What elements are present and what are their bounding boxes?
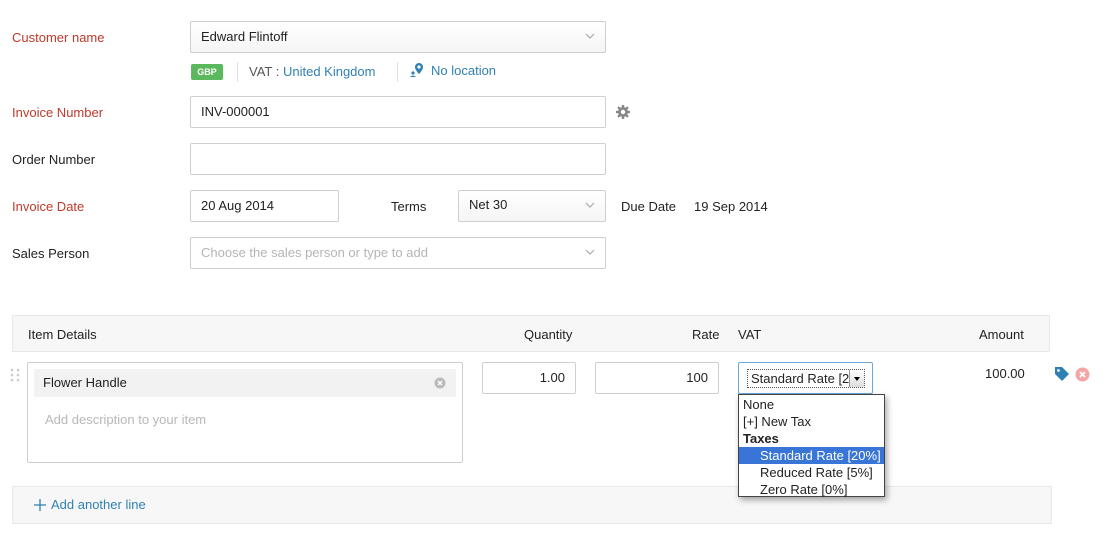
sales-person-placeholder: Choose the sales person or type to add [201,245,428,260]
invoice-number-label: Invoice Number [12,105,104,120]
item-details-box[interactable]: Flower Handle Add description to your it… [27,362,463,463]
header-item-details: Item Details [28,327,97,342]
divider [237,62,238,82]
due-date-label: Due Date [621,199,676,214]
chevron-down-icon [585,249,595,255]
sales-person-select[interactable]: Choose the sales person or type to add [190,237,606,269]
amount-value: 100.00 [985,366,1025,381]
chevron-down-icon [585,33,595,39]
terms-label: Terms [391,199,427,214]
add-another-line-button[interactable]: Add another line [34,497,146,512]
quantity-input[interactable]: 1.00 [482,362,576,394]
customer-name-value: Edward Flintoff [201,29,288,44]
invoice-number-input[interactable]: INV-000001 [190,96,606,128]
divider [397,62,398,82]
item-description-placeholder[interactable]: Add description to your item [45,412,206,427]
vat-prefix: VAT : [249,64,283,79]
vat-select[interactable]: Standard Rate [20%] [747,369,865,388]
items-table-header: Item Details Quantity Rate VAT Amount [12,315,1050,352]
add-line-bar: Add another line [12,486,1052,524]
vat-country-link[interactable]: United Kingdom [283,64,376,79]
order-number-input[interactable] [190,143,606,175]
order-number-label: Order Number [12,152,96,167]
customer-name-select[interactable]: Edward Flintoff [190,21,606,53]
remove-row-icon[interactable] [1075,367,1090,382]
vat-option-zero-rate[interactable]: Zero Rate [0%] [739,481,884,498]
header-rate: Rate [692,327,720,342]
clear-item-icon[interactable] [434,377,446,389]
plus-icon [34,498,46,511]
vat-dropdown-list[interactable]: None [+] New Tax Taxes Standard Rate [20… [738,394,885,497]
vat-option-none[interactable]: None [739,396,884,413]
location-link[interactable]: No location [409,62,496,78]
item-name-value: Flower Handle [43,375,127,390]
drag-handle-icon[interactable] [10,368,20,382]
item-name-field[interactable]: Flower Handle [34,369,456,397]
rate-input[interactable]: 100 [595,362,719,394]
chevron-down-icon [585,202,595,208]
vat-group-taxes: Taxes [743,431,779,446]
sales-person-label: Sales Person [12,246,90,261]
header-vat: VAT [738,327,762,342]
vat-option-new-tax[interactable]: [+] New Tax [739,413,884,430]
add-another-line-label: Add another line [51,497,146,512]
location-pin-icon [410,63,423,77]
currency-badge: GBP [191,64,223,80]
terms-select[interactable]: Net 30 [458,190,606,222]
vat-option-standard-rate[interactable]: Standard Rate [20%] [739,447,884,464]
header-quantity: Quantity [524,327,573,342]
header-amount: Amount [979,327,1024,342]
due-date-value: 19 Sep 2014 [694,199,768,214]
vat-info: VAT : United Kingdom [249,64,375,79]
dropdown-arrow-icon[interactable] [849,370,864,387]
terms-value: Net 30 [469,197,508,212]
vat-option-reduced-rate[interactable]: Reduced Rate [5%] [739,464,884,481]
customer-name-label: Customer name [12,30,105,45]
invoice-date-label: Invoice Date [12,199,85,214]
invoice-date-input[interactable]: 20 Aug 2014 [190,190,339,222]
gear-icon[interactable] [615,104,631,120]
tag-icon[interactable] [1054,366,1070,382]
vat-select-wrapper[interactable]: Standard Rate [20%] [738,362,873,394]
location-text: No location [431,62,497,78]
vat-selected-value: Standard Rate [20%] [751,371,865,386]
